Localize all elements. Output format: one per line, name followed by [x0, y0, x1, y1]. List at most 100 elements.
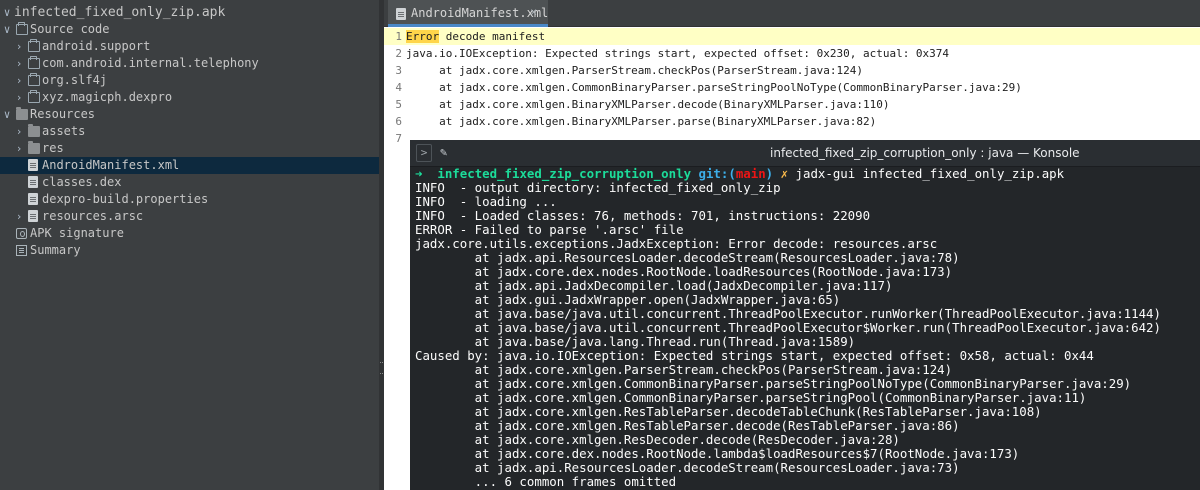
tree-item[interactable]: › com.android.internal.telephony	[0, 55, 379, 72]
chevron-right-icon[interactable]: ›	[14, 55, 24, 72]
file-tree-panel: ∨ infected_fixed_only_zip.apk ∨ Source co…	[0, 0, 379, 490]
prompt-branch: main	[735, 167, 766, 181]
close-icon[interactable]: ×	[530, 5, 537, 19]
code-line: 1 Error decode manifest	[384, 28, 1200, 45]
splitter-grip-icon[interactable]	[380, 362, 383, 374]
source-folder-icon	[16, 22, 28, 35]
prompt-git: git:(	[698, 167, 736, 181]
tree-item-label: Source code	[30, 22, 110, 36]
prompt-git-close: )	[765, 167, 774, 181]
tree-item-label: assets	[42, 124, 86, 138]
terminal-line: at jadx.core.xmlgen.ResTableParser.decod…	[415, 404, 1042, 419]
window-title: infected_fixed_zip_corruption_only : jav…	[770, 146, 1080, 160]
code-text: java.io.IOException: Expected strings st…	[406, 47, 950, 60]
tree-root[interactable]: ∨ infected_fixed_only_zip.apk	[0, 4, 379, 21]
code-text: at jadx.core.xmlgen.BinaryXMLParser.pars…	[406, 115, 877, 128]
terminal-line: INFO - output directory: infected_fixed_…	[415, 180, 781, 195]
tree-item[interactable]: › resources.arsc	[0, 208, 379, 225]
package-icon	[28, 56, 40, 69]
tree-item[interactable]: › res	[0, 140, 379, 157]
tree-item[interactable]: › assets	[0, 123, 379, 140]
line-number: 5	[395, 98, 402, 111]
file-icon	[28, 193, 38, 205]
tree-item-label: APK signature	[30, 226, 124, 240]
tree-item[interactable]: ∨ Resources	[0, 106, 379, 123]
package-icon	[28, 73, 40, 86]
line-number: 7	[395, 132, 402, 145]
code-text: at jadx.core.xmlgen.CommonBinaryParser.p…	[406, 81, 1022, 94]
tree-item[interactable]: AndroidManifest.xml	[0, 157, 379, 174]
tree-root-label: infected_fixed_only_zip.apk	[14, 5, 226, 20]
file-icon	[28, 159, 38, 171]
tree-item-label: com.android.internal.telephony	[42, 56, 259, 70]
code-line: 6 at jadx.core.xmlgen.BinaryXMLParser.pa…	[384, 113, 1200, 130]
chevron-right-icon[interactable]: ›	[14, 208, 24, 225]
terminal-line: at jadx.api.ResourcesLoader.decodeStream…	[415, 460, 960, 475]
line-number: 1	[395, 30, 402, 43]
terminal-line: at java.base/java.lang.Thread.run(Thread…	[415, 334, 856, 349]
terminal-line: INFO - loading ...	[415, 194, 557, 209]
terminal-line: at jadx.api.ResourcesLoader.decodeStream…	[415, 250, 960, 265]
chevron-down-icon[interactable]: ∨	[2, 106, 12, 123]
konsole-titlebar[interactable]: > ✎ infected_fixed_zip_corruption_only :…	[410, 140, 1200, 167]
tree-item[interactable]: › xyz.magicph.dexpro	[0, 89, 379, 106]
terminal-line: at jadx.core.xmlgen.ResTableParser.decod…	[415, 418, 960, 433]
tree-item[interactable]: classes.dex	[0, 174, 379, 191]
tree-item[interactable]: › android.support	[0, 38, 379, 55]
code-text: at jadx.core.xmlgen.ParserStream.checkPo…	[406, 64, 863, 77]
tree-item-label: classes.dex	[42, 175, 122, 189]
pin-icon[interactable]: ✎	[440, 145, 447, 159]
terminal-line: ... 6 common frames omitted	[415, 474, 677, 489]
code-text-rest: decode manifest	[439, 30, 546, 43]
chevron-right-icon[interactable]: ›	[14, 140, 24, 157]
package-icon	[28, 90, 40, 103]
terminal-line: INFO - Loaded classes: 76, methods: 701,…	[415, 208, 871, 223]
folder-icon	[28, 141, 40, 154]
chevron-right-icon[interactable]: ›	[14, 89, 24, 106]
editor-tab-bar: AndroidManifest.xml ×	[384, 0, 1200, 27]
tab-label: AndroidManifest.xml	[411, 6, 549, 20]
tree-item[interactable]: APK signature	[0, 225, 379, 242]
terminal-line: at jadx.api.JadxDecompiler.load(JadxDeco…	[415, 278, 893, 293]
file-icon	[28, 210, 38, 222]
tree-item-label: dexpro-build.properties	[42, 192, 209, 206]
chevron-down-icon[interactable]: ∨	[2, 4, 12, 21]
tree-item-label: AndroidManifest.xml	[42, 158, 180, 172]
tree-item[interactable]: dexpro-build.properties	[0, 191, 379, 208]
prompt-arrow-icon: ➜	[415, 167, 423, 181]
expand-button[interactable]: >	[416, 144, 432, 162]
terminal-line: at jadx.core.xmlgen.CommonBinaryParser.p…	[415, 390, 1087, 405]
chevron-down-icon[interactable]: ∨	[2, 21, 12, 38]
terminal-line: at java.base/java.util.concurrent.Thread…	[415, 320, 1161, 335]
xml-file-icon	[396, 8, 406, 20]
terminal-line: at jadx.gui.JadxWrapper.open(JadxWrapper…	[415, 292, 841, 307]
code-line: 5 at jadx.core.xmlgen.BinaryXMLParser.de…	[384, 96, 1200, 113]
tree-item-label: android.support	[42, 39, 151, 53]
tree-item-label: Resources	[30, 107, 96, 121]
chevron-right-icon[interactable]: ›	[14, 38, 24, 55]
code-text: at jadx.core.xmlgen.BinaryXMLParser.deco…	[406, 98, 890, 111]
tree-item-label: org.slf4j	[42, 73, 108, 87]
konsole-window: > ✎ infected_fixed_zip_corruption_only :…	[410, 140, 1200, 490]
terminal-line: at jadx.core.xmlgen.ParserStream.checkPo…	[415, 362, 953, 377]
tab-androidmanifest[interactable]: AndroidManifest.xml ×	[388, 0, 548, 27]
chevron-right-icon[interactable]: ›	[14, 72, 24, 89]
chevron-right-icon[interactable]: ›	[14, 123, 24, 140]
line-number: 6	[395, 115, 402, 128]
tree-item[interactable]: ∨ Source code	[0, 21, 379, 38]
terminal-line: at jadx.core.xmlgen.ResDecoder.decode(Re…	[415, 432, 900, 447]
terminal-line: jadx.core.utils.exceptions.JadxException…	[415, 236, 938, 251]
prompt-directory: infected_fixed_zip_corruption_only	[437, 167, 692, 181]
tree-item-label: Summary	[30, 243, 81, 257]
code-line: 4 at jadx.core.xmlgen.CommonBinaryParser…	[384, 79, 1200, 96]
tree-item-label: xyz.magicph.dexpro	[42, 90, 173, 104]
package-icon	[28, 39, 40, 52]
tree-item-label: resources.arsc	[42, 209, 144, 223]
terminal-output[interactable]: ➜ infected_fixed_zip_corruption_only git…	[410, 167, 1200, 490]
error-keyword: Error	[406, 30, 440, 43]
tree-item[interactable]: Summary	[0, 242, 379, 259]
terminal-line: Caused by: java.io.IOException: Expected…	[415, 348, 1094, 363]
tree-item[interactable]: › org.slf4j	[0, 72, 379, 89]
prompt-command: jadx-gui infected_fixed_only_zip.apk	[795, 167, 1065, 181]
folder-icon	[28, 124, 40, 137]
